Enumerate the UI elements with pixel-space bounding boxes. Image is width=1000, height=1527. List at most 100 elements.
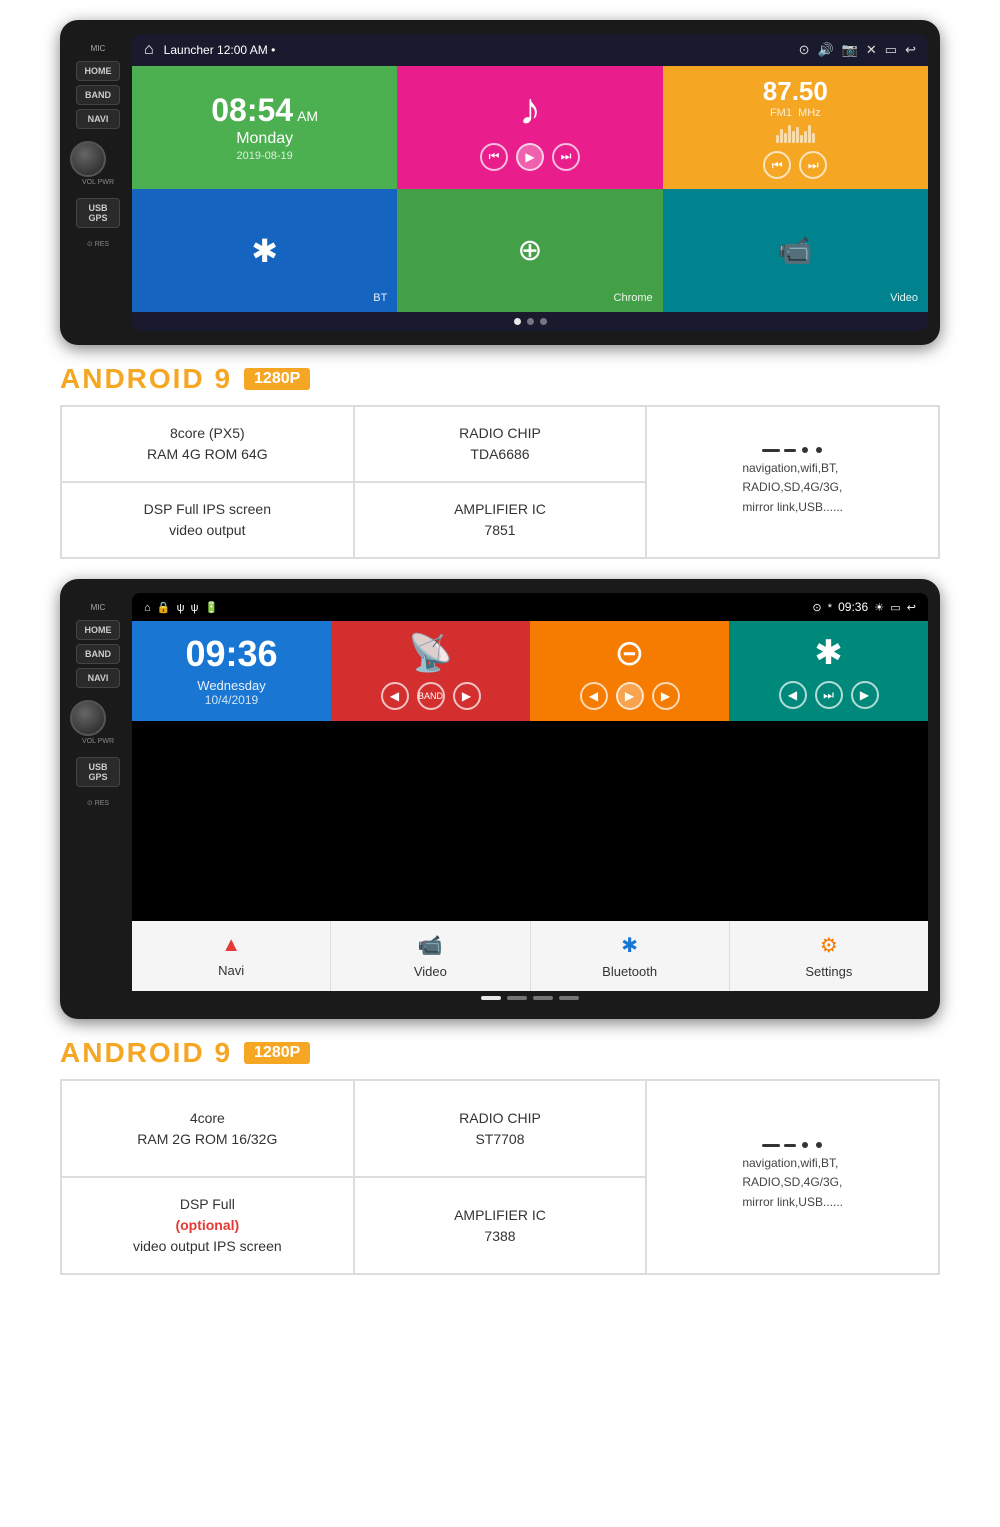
vol-pwr-label-2: VOL PWR	[82, 738, 114, 745]
specs-grid-1: 8core (PX5) RAM 4G ROM 64G RADIO CHIP TD…	[60, 405, 940, 559]
bt-nav-label-2: Bluetooth	[602, 964, 657, 979]
navi-label-2: Navi	[218, 963, 244, 978]
vol-knob-2[interactable]	[70, 700, 106, 736]
band-button-2[interactable]: BAND	[76, 644, 120, 664]
play-btn-1[interactable]: ▶	[516, 143, 544, 171]
brightness-icon-2: ☀	[874, 602, 884, 614]
device-1-outer: MIC HOME BAND NAVI VOL PWR USBGPS ⊙ RES …	[60, 20, 940, 345]
bt-icon-status-2: *	[828, 602, 832, 614]
band-btn-2[interactable]: BAND	[417, 682, 445, 710]
bt-nav-tile-2[interactable]: ✱ Bluetooth	[531, 921, 730, 991]
video-tile-1[interactable]: 📹 Video	[663, 189, 928, 312]
spec-cpu-line2-1: RAM 4G ROM 64G	[147, 444, 268, 465]
dash2-icon-2	[784, 1144, 796, 1147]
bt-tile-1[interactable]: ✱ BT	[132, 189, 397, 312]
status-icons-left-2: ⌂ 🔒 ψ ψ 🔋	[144, 601, 218, 614]
specs-grid-2: 4core RAM 2G ROM 16/32G RADIO CHIP ST770…	[60, 1079, 940, 1275]
navi-button-2[interactable]: NAVI	[76, 668, 120, 688]
spec-icon-row-2	[762, 1142, 824, 1148]
spec-display-2: DSP Full (optional) video output IPS scr…	[61, 1177, 354, 1274]
home-button-2[interactable]: HOME	[76, 620, 120, 640]
radio-controls-2: ◀ BAND ▶	[381, 682, 481, 710]
music-next-2[interactable]: ▶	[652, 682, 680, 710]
spec-icon-row-1	[762, 447, 824, 453]
spec-radio-line2-1: TDA6686	[470, 444, 529, 465]
usb-gps-button-1[interactable]: USBGPS	[76, 198, 120, 228]
radio-next-1[interactable]: ⏭	[799, 151, 827, 179]
spec-display-line2-1: video output	[169, 520, 245, 541]
clock-tile-1[interactable]: 08:54 AM Monday 2019-08-19	[132, 66, 397, 189]
app-grid-1: 08:54 AM Monday 2019-08-19 ♪ ⏮ ▶ ⏭	[132, 66, 928, 312]
spec-cpu-line2-2: RAM 2G ROM 16/32G	[137, 1129, 277, 1150]
prev-btn-1[interactable]: ⏮	[480, 143, 508, 171]
antenna-icon-2: 📡	[408, 632, 453, 674]
radio-prev-1[interactable]: ⏮	[763, 151, 791, 179]
dot-1-1	[514, 318, 521, 325]
spec-features-text-1: navigation,wifi,BT, RADIO,SD,4G/3G, mirr…	[742, 459, 843, 517]
radio-tile-1[interactable]: 87.50 FM1 MHz	[663, 66, 928, 189]
settings-nav-tile-2[interactable]: ⚙ Settings	[730, 921, 928, 991]
spec-display-line3-2: video output IPS screen	[133, 1236, 282, 1257]
spec-features-1: navigation,wifi,BT, RADIO,SD,4G/3G, mirr…	[646, 406, 939, 558]
spec-amp-line1-2: AMPLIFIER IC	[454, 1205, 546, 1226]
dot-2-4	[559, 996, 579, 1000]
chrome-tile-1[interactable]: ⊕ Chrome	[397, 189, 662, 312]
dash-icon-1	[762, 449, 780, 452]
bottom-nav-2: ▲ Navi 📹 Video ✱ Bluetooth ⚙	[132, 921, 928, 991]
dots-1	[132, 312, 928, 331]
dot2-icon-2	[816, 1142, 822, 1148]
dot-1-2	[527, 318, 534, 325]
navi-button-1[interactable]: NAVI	[76, 109, 120, 129]
radio-prev-2[interactable]: ◀	[381, 682, 409, 710]
radio-next-2[interactable]: ▶	[453, 682, 481, 710]
clock-ampm-1: AM	[297, 108, 318, 124]
navi-icon-2: ▲	[221, 934, 241, 957]
clock-day-2: Wednesday	[197, 678, 265, 693]
video-label-2: Video	[414, 964, 447, 979]
back-icon-2[interactable]: ↩	[907, 602, 916, 614]
band-button-1[interactable]: BAND	[76, 85, 120, 105]
chrome-label-1: Chrome	[614, 292, 653, 304]
app-content-2: 09:36 Wednesday 10/4/2019 📡 ◀ BAND ▶	[132, 621, 928, 991]
bt-status-icon-2: ψ	[191, 602, 199, 614]
music-controls-1: ⏮ ▶ ⏭	[480, 143, 580, 171]
clock-tile-2[interactable]: 09:36 Wednesday 10/4/2019	[132, 621, 331, 721]
bt-tile-2[interactable]: ✱ ◀ ⏭ ▶	[729, 621, 928, 721]
navi-nav-tile-2[interactable]: ▲ Navi	[132, 921, 331, 991]
music-tile-2[interactable]: ⊝ ◀ ▶ ▶	[530, 621, 729, 721]
home-button-1[interactable]: HOME	[76, 61, 120, 81]
bt-icon-1: ✱	[251, 232, 278, 270]
next-btn-1[interactable]: ⏭	[552, 143, 580, 171]
bt-skip-2[interactable]: ⏭	[815, 681, 843, 709]
bt-next-2[interactable]: ▶	[851, 681, 879, 709]
music-play-2[interactable]: ▶	[616, 682, 644, 710]
vol-knob-1[interactable]	[70, 141, 106, 177]
dot-2-3	[533, 996, 553, 1000]
lock-icon-2: 🔒	[157, 602, 171, 614]
dot-1-3	[540, 318, 547, 325]
spec-cpu-line1-2: 4core	[190, 1108, 225, 1129]
music-prev-2[interactable]: ◀	[580, 682, 608, 710]
radio-controls-1: ⏮ ⏭	[763, 151, 827, 179]
music-controls-2: ◀ ▶ ▶	[580, 682, 680, 710]
back-icon-1[interactable]: ↩	[905, 42, 916, 58]
time-2: 09:36	[838, 600, 868, 614]
spec-radio-line2-2: ST7708	[475, 1129, 524, 1150]
spec-display-1: DSP Full IPS screen video output	[61, 482, 354, 558]
music-tile-1[interactable]: ♪ ⏮ ▶ ⏭	[397, 66, 662, 189]
spec-optional-text-2: (optional)	[175, 1217, 239, 1233]
device-1-screen: ⌂ Launcher 12:00 AM • ⊙ 🔊 📷 ✕ ▭ ↩	[132, 34, 928, 331]
home-icon-1[interactable]: ⌂	[144, 41, 154, 59]
status-bar-left-1: ⌂ Launcher 12:00 AM •	[144, 41, 275, 59]
bt-prev-2[interactable]: ◀	[779, 681, 807, 709]
spec-cpu-1: 8core (PX5) RAM 4G ROM 64G	[61, 406, 354, 482]
radio-tile-2[interactable]: 📡 ◀ BAND ▶	[331, 621, 530, 721]
clock-date-1: 2019-08-19	[237, 150, 293, 162]
home-outline-icon-2: ⌂	[144, 602, 151, 614]
dot-2-1	[481, 996, 501, 1000]
usb-gps-button-2[interactable]: USBGPS	[76, 757, 120, 787]
spec-amp-line1-1: AMPLIFIER IC	[454, 499, 546, 520]
vol-knob-area-1: VOL PWR	[80, 141, 116, 186]
device-2-buttons: MIC HOME BAND NAVI VOL PWR USBGPS ⊙ RES	[72, 593, 124, 1005]
video-nav-tile-2[interactable]: 📹 Video	[331, 921, 530, 991]
